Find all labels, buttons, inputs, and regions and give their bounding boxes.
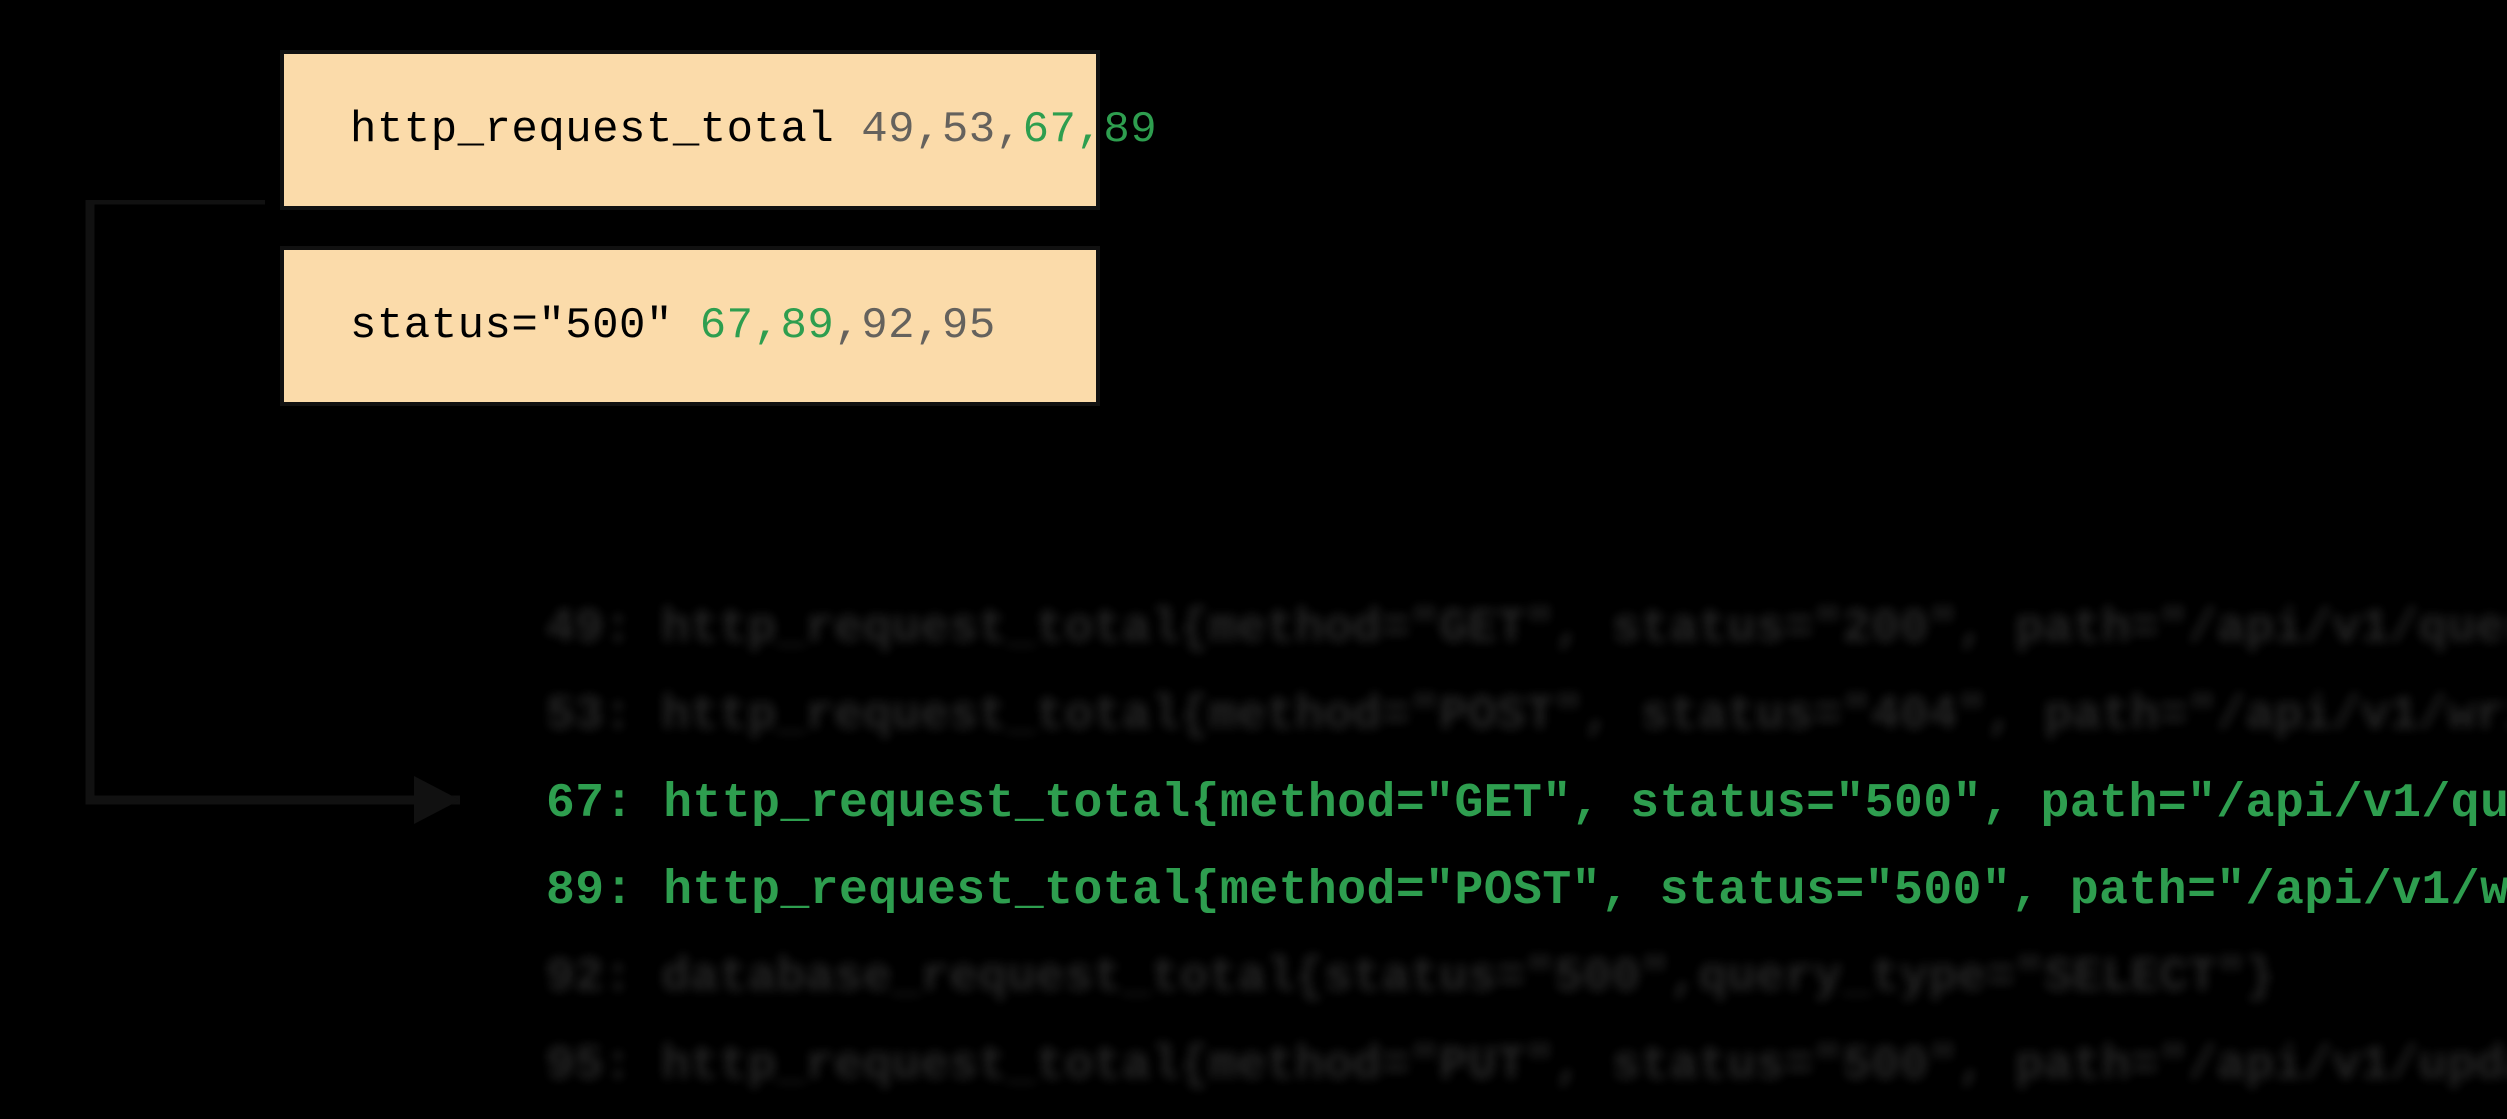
results-row: 89: http_request_total{method="POST", st… xyxy=(546,848,2507,935)
row-separator: : xyxy=(605,864,664,918)
row-id: 95 xyxy=(546,1039,604,1093)
diagram-stage: http_request_total 49,53,67,89 status="5… xyxy=(0,0,2507,1119)
index-entry-line-1: http_request_total 49,53,67,89 xyxy=(284,105,1157,155)
row-separator: : xyxy=(604,689,662,743)
row-separator: : xyxy=(604,602,662,656)
row-text: database_request_total{status="500",quer… xyxy=(661,951,2274,1005)
index-key: http_request_total xyxy=(350,105,834,155)
index-ids-plain: ,92,95 xyxy=(834,301,995,351)
results-row: 49: http_request_total{method="GET", sta… xyxy=(546,586,2507,673)
row-text: http_request_total{method="POST", status… xyxy=(663,864,2507,918)
row-id: 49 xyxy=(546,602,604,656)
row-text: http_request_total{method="GET", status=… xyxy=(661,602,2507,656)
row-separator: : xyxy=(604,1039,662,1093)
results-row: 67: http_request_total{method="GET", sta… xyxy=(546,761,2507,848)
row-text: http_request_total{method="PUT", status=… xyxy=(661,1039,2507,1093)
index-ids-highlight: 67,89 xyxy=(1023,105,1158,155)
results-row: 92: database_request_total{status="500",… xyxy=(546,935,2507,1022)
row-text: http_request_total{method="GET", status=… xyxy=(663,777,2507,831)
index-ids-highlight: 67,89 xyxy=(700,301,835,351)
row-id: 92 xyxy=(546,951,604,1005)
results-row: 53: http_request_total{method="POST", st… xyxy=(546,673,2507,760)
row-separator: : xyxy=(604,951,662,1005)
row-text: http_request_total{method="POST", status… xyxy=(661,689,2507,743)
results-list: 49: http_request_total{method="GET", sta… xyxy=(546,586,2507,1110)
index-ids-plain: 49,53, xyxy=(861,105,1022,155)
row-id: 89 xyxy=(546,864,605,918)
row-separator: : xyxy=(605,777,664,831)
index-entry-box-1: http_request_total 49,53,67,89 xyxy=(280,50,1100,210)
results-row: 95: http_request_total{method="PUT", sta… xyxy=(546,1023,2507,1110)
connector-arrow-icon xyxy=(60,200,500,840)
row-id: 53 xyxy=(546,689,604,743)
row-id: 67 xyxy=(546,777,605,831)
